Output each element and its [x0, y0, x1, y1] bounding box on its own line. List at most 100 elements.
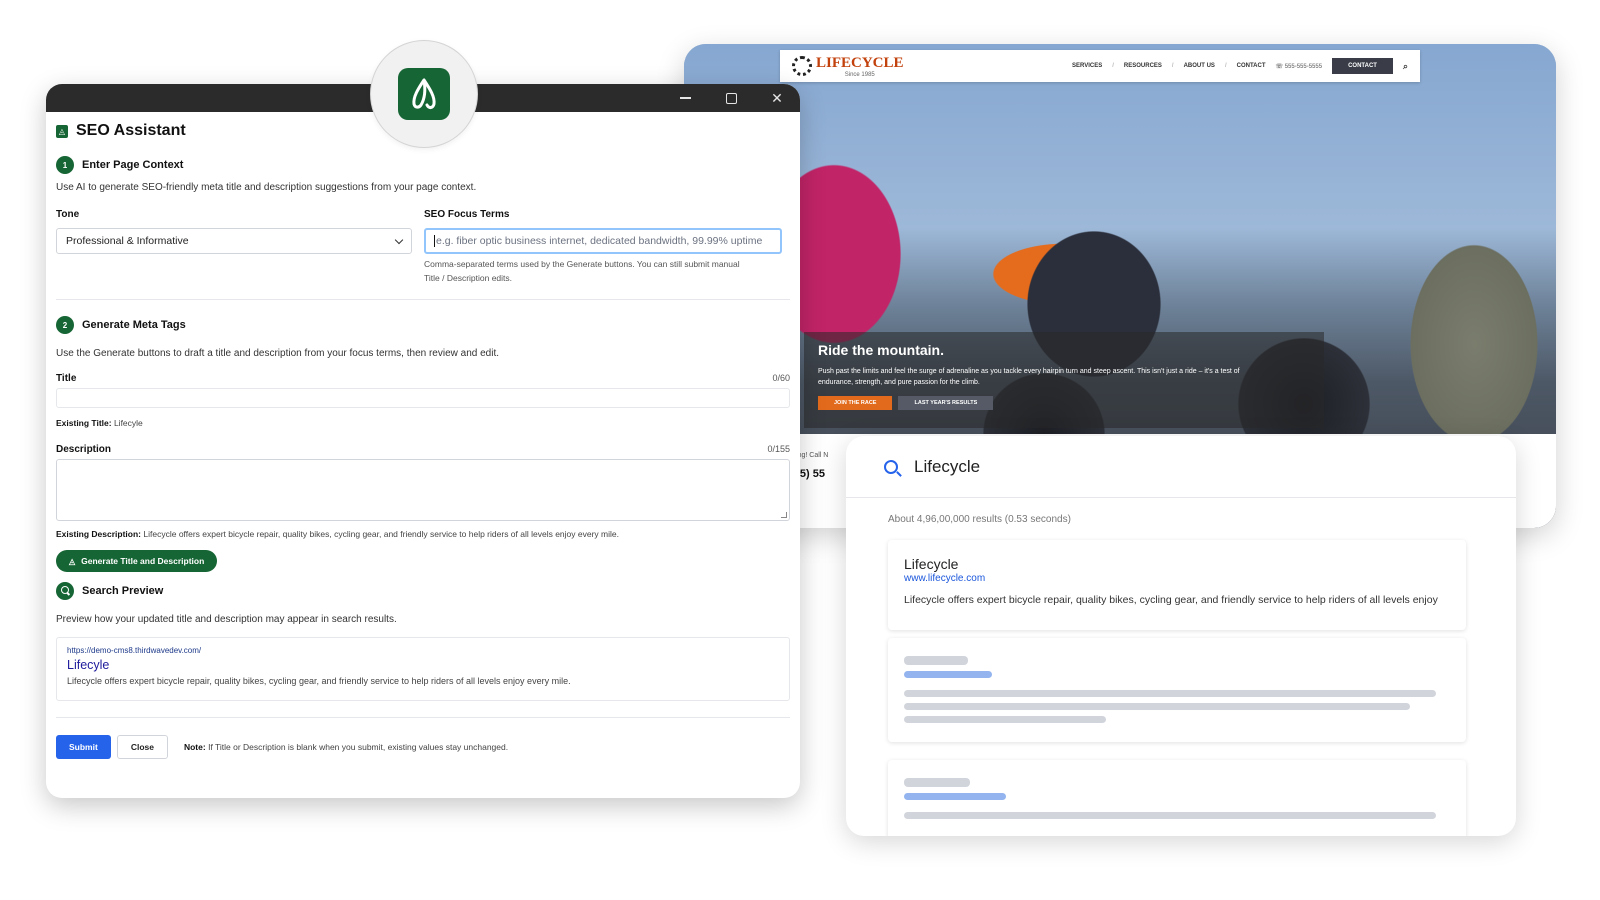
step-title: Enter Page Context — [82, 159, 184, 171]
generate-title-description-button[interactable]: ◬ Generate Title and Description — [56, 550, 218, 572]
maximize-button[interactable] — [708, 84, 754, 112]
title-label-row: Title 0/60 — [56, 373, 790, 384]
description-char-count: 0/155 — [767, 444, 790, 454]
existing-description-value: Lifecycle offers expert bicycle repair, … — [143, 529, 619, 539]
skeleton-line — [904, 716, 1106, 723]
skeleton-line — [904, 671, 992, 678]
site-phone-number: 555-555-5555 — [1284, 63, 1323, 70]
skeleton-line — [904, 812, 1436, 819]
skeleton-result-card — [888, 760, 1466, 836]
context-fields-row: Tone Professional & Informative SEO Focu… — [56, 209, 790, 285]
composite-stage: LIFECYCLE Since 1985 SERVICES / RESOURCES… — [0, 0, 1600, 900]
leaf-logo-icon — [412, 78, 436, 109]
result-description: Lifecycle offers expert bicycle repair, … — [904, 594, 1438, 606]
skeleton-line — [904, 778, 970, 787]
existing-title-value: Lifecyle — [113, 418, 143, 428]
focus-terms-field: SEO Focus Terms e.g. fiber optic busines… — [424, 209, 782, 285]
site-nav-contact[interactable]: CONTACT — [1237, 63, 1266, 69]
submit-button[interactable]: Submit — [56, 735, 111, 759]
site-nav-resources[interactable]: RESOURCES — [1124, 63, 1162, 69]
site-logo[interactable]: LIFECYCLE Since 1985 — [792, 54, 904, 78]
site-contact-button[interactable]: CONTACT — [1332, 58, 1393, 74]
generate-button-label: Generate Title and Description — [81, 556, 205, 566]
site-menu: SERVICES / RESOURCES / ABOUT US / CONTACT ☏… — [1072, 58, 1408, 74]
description-label: Description — [56, 444, 112, 455]
app-logo-icon: ◬ — [56, 124, 68, 138]
search-step-icon — [56, 582, 74, 600]
result-url-suffix: .com — [963, 573, 986, 584]
title-input[interactable] — [56, 388, 790, 408]
hero-title: Ride the mountain. — [818, 342, 944, 358]
text-caret — [434, 235, 435, 247]
search-preview-card: https://demo-cms8.thirdwavedev.com/ Life… — [56, 637, 790, 701]
join-race-button[interactable]: JOIN THE RACE — [818, 396, 893, 410]
existing-title-label: Existing Title: — [56, 418, 112, 428]
skeleton-result-card — [888, 638, 1466, 742]
step-search-preview: Search Preview — [56, 582, 790, 600]
phone-icon: ☏ — [1275, 63, 1284, 70]
focus-terms-hint-line1: Comma-separated terms used by the Genera… — [424, 259, 740, 269]
existing-title: Existing Title: Lifecyle — [56, 418, 790, 428]
site-search-icon[interactable]: ⌕ — [1403, 61, 1408, 72]
close-button[interactable]: Close — [116, 735, 168, 759]
generate-help-text: Use the Generate buttons to draft a titl… — [56, 348, 500, 359]
site-logo-sub: Since 1985 — [844, 72, 875, 78]
skeleton-line — [904, 656, 968, 665]
existing-description-label: Existing Description: — [56, 529, 142, 539]
tone-field: Tone Professional & Informative — [56, 209, 412, 285]
nav-separator: / — [1112, 63, 1114, 69]
step-enter-context: 1 Enter Page Context — [56, 156, 790, 174]
tone-select[interactable]: Professional & Informative — [56, 228, 412, 254]
description-textarea[interactable] — [56, 459, 790, 521]
tone-value: Professional & Informative — [66, 235, 189, 247]
result-url-prefix: www. — [904, 573, 928, 584]
skeleton-line — [904, 793, 1006, 800]
step-title: Search Preview — [82, 585, 164, 597]
preview-url: https://demo-cms8.thirdwavedev.com/ — [67, 646, 202, 655]
site-logo-text: LIFECYCLE — [816, 55, 904, 71]
section-divider — [56, 717, 790, 718]
step-title: Generate Meta Tags — [82, 319, 186, 331]
focus-terms-label: SEO Focus Terms — [424, 209, 510, 220]
generate-button-row: ◬ Generate Title and Description — [56, 550, 790, 572]
note-label: Note: — [183, 742, 206, 752]
nav-separator: / — [1171, 63, 1174, 69]
skeleton-line — [904, 703, 1410, 710]
result-title[interactable]: Lifecycle — [904, 556, 1450, 572]
step-generate-meta: 2 Generate Meta Tags — [56, 316, 790, 334]
submit-note: Note: If Title or Description is blank w… — [184, 742, 508, 752]
site-phone[interactable]: ☏ 555-555-5555 — [1276, 63, 1323, 70]
description-label-row: Description 0/155 — [56, 444, 790, 455]
chevron-down-icon — [394, 235, 404, 244]
search-bar[interactable]: Lifecycle — [846, 436, 1516, 498]
note-text: If Title or Description is blank when yo… — [208, 742, 509, 752]
result-url[interactable]: www.lifecycle.com — [904, 573, 1450, 584]
site-nav-services[interactable]: SERVICES — [1072, 63, 1102, 69]
result-stats: About 4,96,00,000 results (0.53 seconds) — [888, 514, 1071, 525]
context-help-text: Use AI to generate SEO-friendly meta tit… — [56, 182, 477, 193]
hero-caption: Ride the mountain. Push past the limits … — [804, 332, 1324, 428]
preview-title: Lifecyle — [67, 658, 110, 672]
close-icon: ✕ — [771, 89, 783, 106]
maximize-icon — [725, 92, 737, 104]
tone-label: Tone — [56, 209, 80, 220]
focus-terms-placeholder: e.g. fiber optic business internet, dedi… — [436, 235, 763, 247]
search-query[interactable]: Lifecycle — [914, 457, 980, 477]
hero-text: Push past the limits and feel the surge … — [818, 368, 1240, 386]
section-divider — [56, 299, 790, 300]
step-number: 1 — [56, 156, 74, 174]
site-navbar: LIFECYCLE Since 1985 SERVICES / RESOURCES… — [780, 50, 1420, 82]
preview-help-text: Preview how your updated title and descr… — [56, 614, 397, 625]
focus-terms-hint: Comma-separated terms used by the Genera… — [424, 257, 782, 285]
search-icon — [884, 459, 898, 474]
focus-terms-input[interactable]: e.g. fiber optic business internet, dedi… — [424, 228, 782, 254]
close-window-button[interactable]: ✕ — [754, 84, 800, 112]
search-result-card[interactable]: Lifecycle www.lifecycle.com Lifecycle of… — [888, 540, 1466, 630]
app-title: SEO Assistant — [76, 122, 186, 139]
title-char-count: 0/60 — [772, 373, 790, 383]
step-number: 2 — [56, 316, 74, 334]
last-results-button[interactable]: LAST YEAR'S RESULTS — [898, 396, 994, 410]
minimize-button[interactable] — [662, 84, 708, 112]
site-nav-about[interactable]: ABOUT US — [1184, 63, 1215, 69]
resize-handle[interactable] — [781, 512, 787, 518]
